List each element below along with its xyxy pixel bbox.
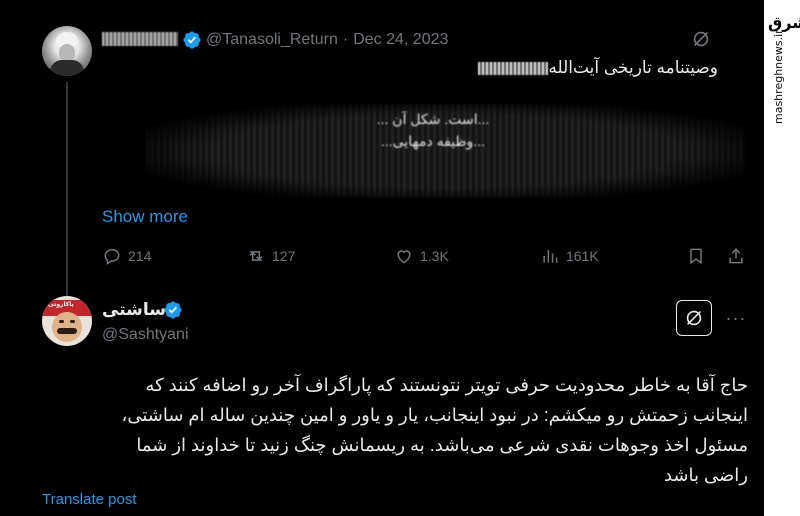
blurred-line-1: ...است. شکل آن ... (376, 111, 490, 127)
tweet-body-line-1: حاج آقا به خاطر محدودیت حرفی تویتر نتونس… (145, 375, 748, 395)
reply-button[interactable]: 214 (102, 246, 151, 266)
quoted-tweet-title: وصیتنامه تاریخی آیت‌الله (476, 58, 718, 78)
repost-button[interactable]: 127 (246, 246, 295, 266)
repost-icon (249, 251, 263, 261)
quoted-action-bar: 214 127 1.3K 161K (100, 246, 750, 270)
tweet-body-line-3: مسئول اخذ وجوهات نقدی شرعی می‌باشد. به ر… (136, 435, 748, 455)
blurred-words: ...است. شکل آن ... ...وظیفه دمهایی... (106, 108, 760, 152)
translate-post-link[interactable]: Translate post (42, 491, 137, 508)
title-redacted-part (478, 61, 549, 75)
grok-icon[interactable] (690, 28, 712, 50)
quoted-handle[interactable]: @Tanasoli_Return (206, 31, 338, 48)
like-icon (397, 250, 411, 264)
watermark-url: mashreghnews.ir (772, 29, 785, 124)
tweet-frame: @Tanasoli_Return · Dec 24, 2023 وصیتنامه ت… (0, 0, 764, 516)
author-display-name[interactable]: ساشتی (102, 300, 166, 320)
like-button[interactable]: 1.3K (394, 246, 449, 266)
separator-dot: · (342, 31, 349, 48)
grok-icon (686, 310, 702, 326)
quoted-author-name-redacted (102, 32, 178, 46)
show-more-link[interactable]: Show more (102, 207, 188, 227)
share-button[interactable] (726, 246, 746, 266)
thread-connector-line (66, 82, 68, 296)
verified-badge-icon (164, 301, 182, 319)
reply-count: 214 (128, 248, 152, 264)
views-count: 161K (566, 248, 599, 264)
blurred-line-2: ...وظیفه دمهایی... (381, 133, 485, 149)
tweet-body-line-2: اینجانب زحمتش رو میکشم: در نبود اینجانب،… (121, 405, 748, 425)
views-button[interactable]: 161K (540, 246, 599, 266)
more-options-button[interactable]: ··· (724, 306, 748, 330)
bookmark-icon (690, 248, 702, 265)
like-count: 1.3K (420, 248, 449, 264)
quoted-title-text: وصیتنامه تاریخی آیت‌الله (548, 58, 718, 77)
watermark-strip: مشرق mashreghnews.ir (764, 0, 800, 516)
views-icon (543, 250, 558, 263)
bookmark-button[interactable] (686, 246, 706, 266)
verified-badge-icon (183, 31, 201, 49)
author-avatar[interactable]: پاکاروتی (42, 296, 92, 346)
quoted-author-avatar[interactable] (42, 26, 92, 76)
more-icon: ··· (725, 307, 747, 328)
avatar-cap-text: پاکاروتی (48, 302, 74, 308)
blurred-text-image[interactable]: ...است. شکل آن ... ...وظیفه دمهایی... (106, 96, 760, 202)
author-handle[interactable]: @Sashtyani (102, 326, 189, 344)
repost-count: 127 (272, 248, 296, 264)
grok-button[interactable] (676, 300, 712, 336)
tweet-body: حاج آقا به خاطر محدودیت حرفی تویتر نتونس… (24, 370, 748, 490)
quoted-handle-date[interactable]: @Tanasoli_Return · Dec 24, 2023 (206, 31, 448, 49)
tweet-body-line-4: راضی باشد (663, 465, 748, 485)
reply-icon (104, 248, 120, 265)
quoted-date[interactable]: Dec 24, 2023 (353, 31, 448, 48)
share-icon (729, 248, 743, 264)
